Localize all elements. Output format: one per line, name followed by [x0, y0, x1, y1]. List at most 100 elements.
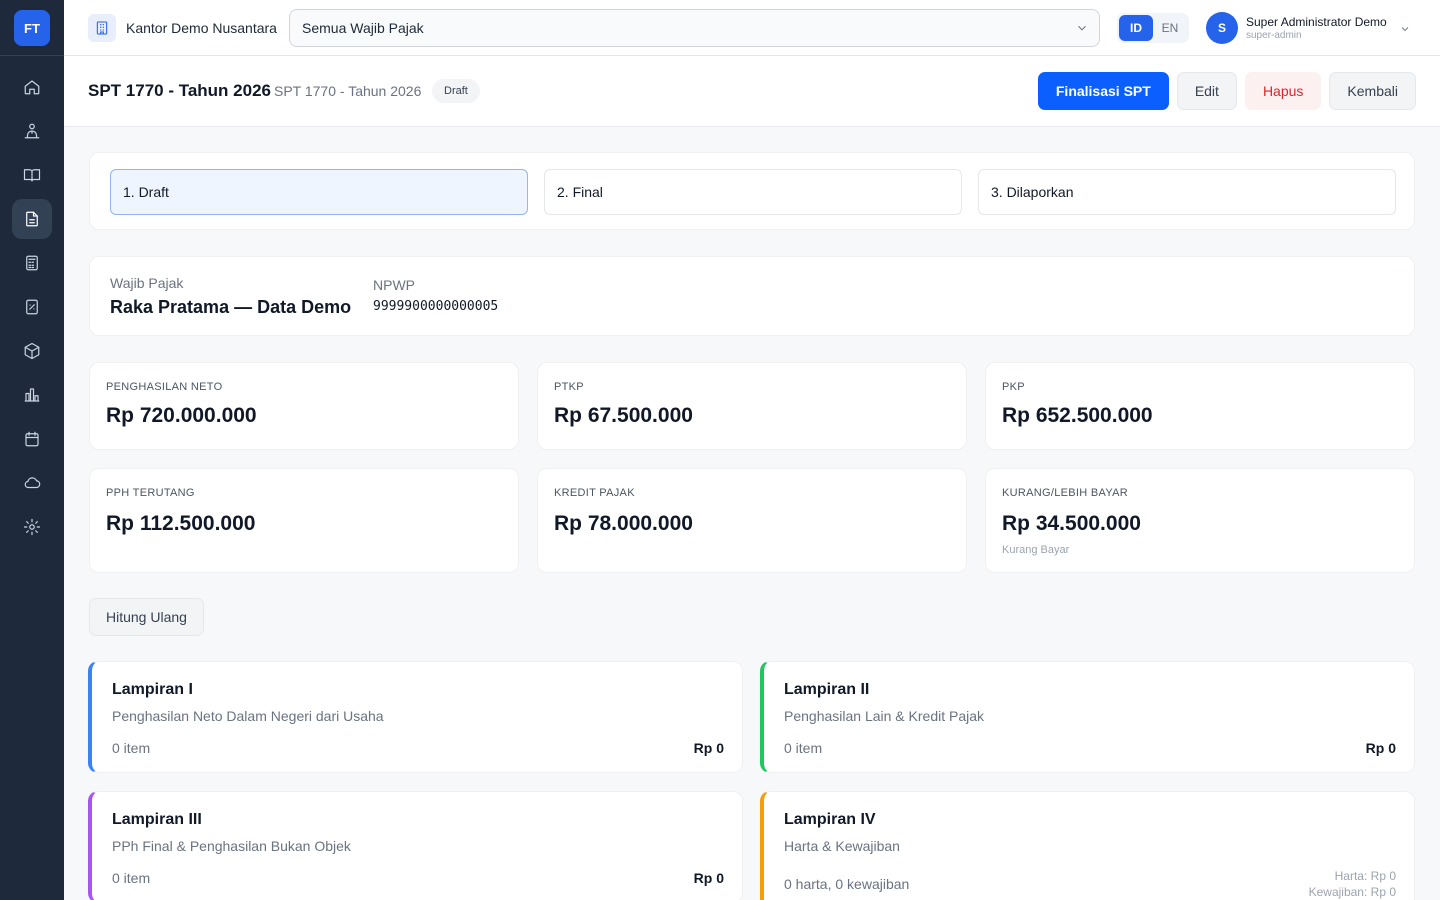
- metric-label: Kurang/Lebih Bayar: [1002, 487, 1129, 499]
- metric-card-pkp: PKP Rp 652.500.000: [985, 362, 1415, 450]
- header-actions: Finalisasi SPT Edit Hapus Kembali: [1037, 72, 1416, 110]
- office-name: Kantor Demo Nusantara: [126, 20, 277, 36]
- attachment-summary: Harta: Rp 0 Kewajiban: Rp 0: [1309, 868, 1396, 900]
- cloud-icon: [24, 477, 41, 489]
- delete-button[interactable]: Hapus: [1244, 72, 1322, 110]
- document-icon: [26, 211, 38, 227]
- top-bar: Kantor Demo Nusantara Semua Wajib Pajak …: [64, 0, 1440, 56]
- step-final[interactable]: 2. Final: [544, 169, 962, 215]
- attachment-card-lampiran-1[interactable]: Lampiran I Penghasilan Neto Dalam Negeri…: [88, 661, 743, 773]
- page-subtitle: SPT 1770 - Tahun 2026: [274, 83, 422, 99]
- sidebar-item-library[interactable]: [12, 155, 52, 195]
- attachment-title: Lampiran II: [784, 681, 870, 698]
- metric-value: Rp 34.500.000: [1002, 512, 1141, 535]
- sidebar-divider: [0, 55, 64, 56]
- npwp-label: NPWP: [373, 277, 415, 293]
- sidebar-nav: [12, 67, 52, 551]
- recalculate-button[interactable]: Hitung Ulang: [89, 598, 204, 636]
- bar-chart-icon: [24, 388, 40, 402]
- metric-card-tax-due: PPh Terutang Rp 112.500.000: [89, 468, 519, 573]
- sidebar-item-calculator[interactable]: [12, 243, 52, 283]
- attachment-description: PPh Final & Penghasilan Bukan Objek: [112, 838, 351, 854]
- book-icon: [23, 169, 41, 182]
- sidebar-item-documents[interactable]: [12, 199, 52, 239]
- npwp-value: 9999900000000005: [373, 299, 499, 314]
- lang-id-button[interactable]: ID: [1119, 15, 1153, 41]
- metric-value: Rp 720.000.000: [106, 404, 257, 427]
- status-badge: Draft: [432, 79, 480, 103]
- lang-en-button[interactable]: EN: [1153, 15, 1187, 41]
- metric-value: Rp 112.500.000: [106, 512, 256, 535]
- attachment-total: Rp 0: [1365, 740, 1396, 756]
- calculator-icon: [26, 255, 38, 271]
- attachment-description: Penghasilan Lain & Kredit Pajak: [784, 708, 985, 724]
- sidebar-item-reports[interactable]: [12, 375, 52, 415]
- avatar: S: [1206, 12, 1238, 44]
- attachment-title: Lampiran III: [112, 811, 202, 828]
- attachment-count: 0 harta, 0 kewajiban: [784, 876, 910, 892]
- user-menu[interactable]: S Super Administrator Demo super-admin: [1206, 12, 1411, 44]
- metric-label: PTKP: [554, 381, 584, 393]
- metric-value: Rp 67.500.000: [554, 404, 693, 427]
- user-name: Super Administrator Demo: [1246, 15, 1387, 29]
- metric-card-net-income: Penghasilan Neto Rp 720.000.000: [89, 362, 519, 450]
- attachment-count: 0 item: [112, 740, 151, 756]
- attachment-card-lampiran-3[interactable]: Lampiran III PPh Final & Penghasilan Buk…: [88, 791, 743, 900]
- building-icon: [88, 14, 116, 42]
- gear-icon: [23, 518, 41, 536]
- sidebar-item-settings[interactable]: [12, 507, 52, 547]
- taxpayer-name: Raka Pratama — Data Demo: [110, 297, 352, 317]
- attachment-card-lampiran-2[interactable]: Lampiran II Penghasilan Lain & Kredit Pa…: [760, 661, 1415, 773]
- edit-button[interactable]: Edit: [1176, 72, 1237, 110]
- calendar-icon: [25, 431, 39, 447]
- taxpayer-select-value: Semua Wajib Pajak: [302, 20, 424, 36]
- sidebar-item-cloud[interactable]: [12, 463, 52, 503]
- user-info: Super Administrator Demo super-admin: [1246, 15, 1387, 41]
- page-title: SPT 1770 - Tahun 2026: [88, 81, 271, 100]
- user-role: super-admin: [1246, 30, 1302, 41]
- taxpayer-label: Wajib Pajak: [110, 275, 184, 291]
- sidebar: FT: [0, 0, 64, 900]
- receipt-icon: [26, 299, 38, 315]
- status-stepper: 1. Draft 2. Final 3. Dilaporkan: [89, 152, 1415, 230]
- step-draft[interactable]: 1. Draft: [110, 169, 528, 215]
- attachment-description: Harta & Kewajiban: [784, 838, 900, 854]
- office-switcher[interactable]: Kantor Demo Nusantara: [88, 14, 277, 42]
- metric-value: Rp 78.000.000: [554, 512, 693, 535]
- taxpayer-select[interactable]: Semua Wajib Pajak: [289, 9, 1100, 47]
- attachment-total: Rp 0: [693, 740, 724, 756]
- finalize-button[interactable]: Finalisasi SPT: [1037, 72, 1169, 110]
- metric-note: Kurang Bayar: [1002, 544, 1070, 556]
- attachment-count: 0 item: [112, 870, 151, 886]
- metric-value: Rp 652.500.000: [1002, 404, 1153, 427]
- sidebar-item-organization[interactable]: [12, 111, 52, 151]
- attachment-card-lampiran-4[interactable]: Lampiran IV Harta & Kewajiban 0 harta, 0…: [760, 791, 1415, 900]
- metric-card-balance: Kurang/Lebih Bayar Rp 34.500.000 Kurang …: [985, 468, 1415, 573]
- metric-label: Penghasilan Neto: [106, 381, 223, 393]
- attachment-count: 0 item: [784, 740, 823, 756]
- language-toggle: ID EN: [1117, 13, 1189, 43]
- page-header: SPT 1770 - Tahun 2026 SPT 1770 - Tahun 2…: [64, 56, 1440, 127]
- sidebar-item-calendar[interactable]: [12, 419, 52, 459]
- metric-label: PPh Terutang: [106, 487, 195, 499]
- chevron-down-icon: [1399, 22, 1411, 34]
- metric-label: PKP: [1002, 381, 1025, 393]
- box-icon: [24, 342, 40, 360]
- attachment-title: Lampiran IV: [784, 811, 876, 828]
- sidebar-item-receipt[interactable]: [12, 287, 52, 327]
- app-logo[interactable]: FT: [14, 10, 50, 46]
- chevron-down-icon: [1075, 21, 1089, 35]
- sidebar-item-home[interactable]: [12, 67, 52, 107]
- attachment-total: Rp 0: [693, 870, 724, 886]
- attachment-description: Penghasilan Neto Dalam Negeri dari Usaha: [112, 708, 384, 724]
- attachment-title: Lampiran I: [112, 681, 193, 698]
- sidebar-item-inventory[interactable]: [12, 331, 52, 371]
- organization-icon: [24, 123, 40, 139]
- assets-total: Harta: Rp 0: [1334, 869, 1396, 883]
- metric-card-tax-credit: Kredit Pajak Rp 78.000.000: [537, 468, 967, 573]
- metric-label: Kredit Pajak: [554, 487, 635, 499]
- step-reported[interactable]: 3. Dilaporkan: [978, 169, 1396, 215]
- taxpayer-card: Wajib Pajak Raka Pratama — Data Demo NPW…: [89, 256, 1415, 336]
- back-button[interactable]: Kembali: [1329, 72, 1416, 110]
- metric-card-ptkp: PTKP Rp 67.500.000: [537, 362, 967, 450]
